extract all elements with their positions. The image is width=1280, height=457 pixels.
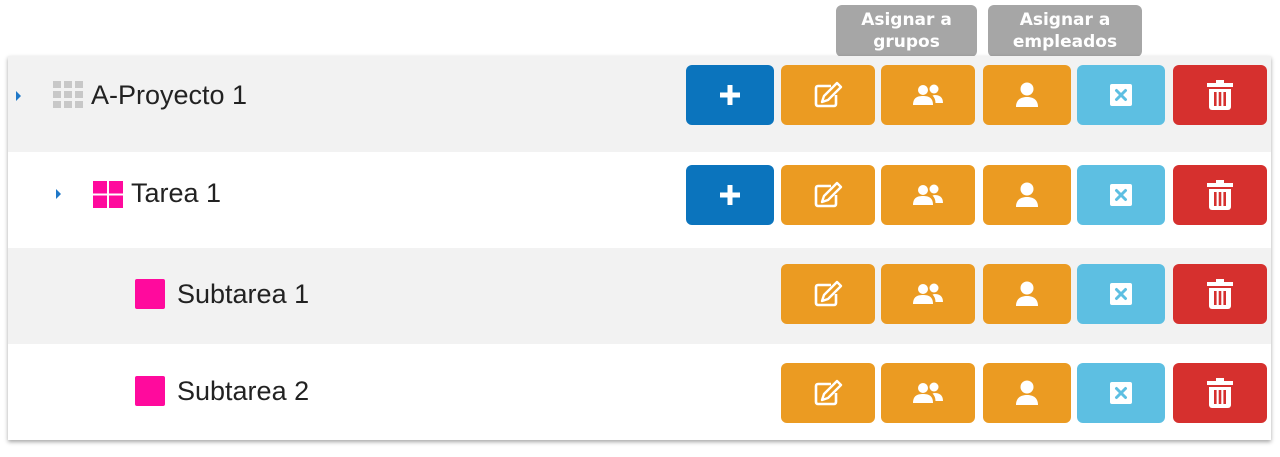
row-label[interactable]: A-Proyecto 1 — [91, 79, 247, 111]
row-label[interactable]: Subtarea 1 — [177, 278, 309, 310]
delete-button[interactable] — [1173, 65, 1267, 125]
assign-employees-button[interactable] — [983, 264, 1071, 324]
square-icon — [135, 376, 165, 406]
assign-groups-button[interactable] — [881, 264, 975, 324]
assign-employees-button[interactable] — [983, 363, 1071, 423]
close-box-icon — [1110, 184, 1132, 206]
trash-icon — [1207, 279, 1233, 309]
close-box-icon — [1110, 382, 1132, 404]
grid-icon — [53, 81, 83, 108]
tooltip-line: Asignar a — [1019, 10, 1111, 30]
delete-button[interactable] — [1173, 165, 1267, 225]
expand-caret-icon[interactable] — [16, 91, 21, 101]
close-box-icon — [1110, 283, 1132, 305]
remove-assignment-button[interactable] — [1077, 165, 1165, 225]
row-label[interactable]: Tarea 1 — [131, 177, 221, 209]
edit-button[interactable] — [781, 165, 875, 225]
remove-assignment-button[interactable] — [1077, 363, 1165, 423]
users-icon — [913, 184, 943, 205]
user-icon — [1016, 380, 1038, 405]
remove-assignment-button[interactable] — [1077, 264, 1165, 324]
tiles-icon — [93, 181, 123, 208]
trash-icon — [1207, 180, 1233, 210]
tooltip-line: Asignar a — [861, 10, 952, 30]
plus-icon — [720, 185, 740, 205]
delete-button[interactable] — [1173, 264, 1267, 324]
assign-employees-button[interactable] — [983, 65, 1071, 125]
trash-icon — [1207, 80, 1233, 110]
assign-groups-button[interactable] — [881, 363, 975, 423]
plus-icon — [720, 85, 740, 105]
assign-groups-button[interactable] — [881, 65, 975, 125]
users-icon — [913, 382, 943, 403]
tooltip-line: grupos — [873, 32, 940, 52]
tooltip-assign-employees: Asignar a empleados — [988, 5, 1142, 57]
edit-icon — [814, 280, 843, 307]
tree-row-subtask[interactable]: Subtarea 2 — [8, 344, 1271, 440]
edit-icon — [814, 81, 843, 108]
user-icon — [1016, 82, 1038, 107]
task-tree: A-Proyecto 1 Tarea 1 Subtarea 1 Subtarea… — [8, 56, 1271, 440]
add-button[interactable] — [686, 65, 774, 125]
user-icon — [1016, 281, 1038, 306]
tree-row-task[interactable]: Tarea 1 — [8, 152, 1271, 248]
expand-caret-icon[interactable] — [56, 189, 61, 199]
edit-button[interactable] — [781, 264, 875, 324]
edit-button[interactable] — [781, 363, 875, 423]
edit-icon — [814, 181, 843, 208]
tooltip-assign-groups: Asignar a grupos — [836, 5, 977, 57]
trash-icon — [1207, 378, 1233, 408]
add-button[interactable] — [686, 165, 774, 225]
users-icon — [913, 84, 943, 105]
row-label[interactable]: Subtarea 2 — [177, 375, 309, 407]
tree-row-project[interactable]: A-Proyecto 1 — [8, 56, 1271, 152]
users-icon — [913, 283, 943, 304]
assign-employees-button[interactable] — [983, 165, 1071, 225]
tree-row-subtask[interactable]: Subtarea 1 — [8, 248, 1271, 344]
delete-button[interactable] — [1173, 363, 1267, 423]
edit-button[interactable] — [781, 65, 875, 125]
remove-assignment-button[interactable] — [1077, 65, 1165, 125]
close-box-icon — [1110, 84, 1132, 106]
square-icon — [135, 279, 165, 309]
tooltip-line: empleados — [1012, 32, 1118, 52]
assign-groups-button[interactable] — [881, 165, 975, 225]
edit-icon — [814, 379, 843, 406]
user-icon — [1016, 182, 1038, 207]
